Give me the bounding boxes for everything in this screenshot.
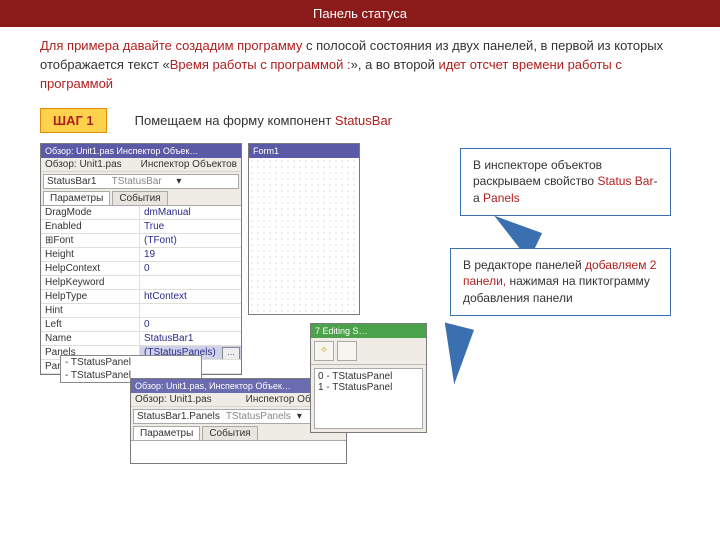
step-row: ШАГ 1 Помещаем на форму компонент Status… xyxy=(40,108,720,133)
form-surface[interactable] xyxy=(249,158,359,314)
property-row[interactable]: ⊞Font(TFont) xyxy=(41,234,241,248)
window-title: Form1 xyxy=(249,144,359,158)
tab-events[interactable]: События xyxy=(112,191,167,205)
list-item[interactable]: 1 - TStatusPanel xyxy=(318,382,419,393)
inspector-tabs: Параметры События xyxy=(43,191,239,205)
property-row[interactable]: HelpKeyword xyxy=(41,276,241,290)
panels-list[interactable]: 0 - TStatusPanel 1 - TStatusPanel xyxy=(314,368,423,429)
list-item[interactable]: - TStatusPanel xyxy=(61,356,201,369)
object-inspector-1: Обзор: Unit1.pas Инспектор Объек… Обзор:… xyxy=(40,143,242,375)
object-selector[interactable]: StatusBar1 TStatusBar ▾ xyxy=(43,174,239,189)
crumb-row: Обзор: Unit1.pas Инспектор Объектов xyxy=(41,158,241,172)
toolbar-button[interactable] xyxy=(337,341,357,361)
property-row[interactable]: Height19 xyxy=(41,248,241,262)
tab-params[interactable]: Параметры xyxy=(43,191,110,205)
window-title: 7 Editing S… xyxy=(311,324,426,338)
chevron-down-icon[interactable]: ▾ xyxy=(173,176,238,187)
panels-editor: 7 Editing S… ✧ 0 - TStatusPanel 1 - TSta… xyxy=(310,323,427,433)
intro-paragraph: Для примера давайте создадим программу с… xyxy=(0,27,720,94)
tab-params[interactable]: Параметры xyxy=(133,426,200,440)
property-row[interactable]: EnabledTrue xyxy=(41,220,241,234)
property-row[interactable]: Hint xyxy=(41,304,241,318)
callout-editor: В редакторе панелей добавляем 2 панели, … xyxy=(450,248,671,316)
callout-inspector: В инспекторе объектов раскрываем свойств… xyxy=(460,148,671,216)
step-text: Помещаем на форму компонент StatusBar xyxy=(135,113,392,128)
add-icon: ✧ xyxy=(320,345,328,356)
page-title: Панель статуса xyxy=(0,0,720,27)
property-row[interactable]: Left0 xyxy=(41,318,241,332)
ellipsis-button[interactable]: … xyxy=(222,347,240,359)
list-item[interactable]: 0 - TStatusPanel xyxy=(318,371,419,382)
editor-toolbar: ✧ xyxy=(311,338,426,365)
form-designer: Form1 xyxy=(248,143,360,315)
property-row[interactable]: DragModedmManual xyxy=(41,206,241,220)
tab-events[interactable]: События xyxy=(202,426,257,440)
property-row[interactable]: HelpContext0 xyxy=(41,262,241,276)
step-badge: ШАГ 1 xyxy=(40,108,107,133)
add-panel-button[interactable]: ✧ xyxy=(314,341,334,361)
property-row[interactable]: HelpTypehtContext xyxy=(41,290,241,304)
callout-pointer-icon xyxy=(426,319,474,384)
property-grid xyxy=(131,440,346,463)
property-row[interactable]: NameStatusBar1 xyxy=(41,332,241,346)
window-title: Обзор: Unit1.pas Инспектор Объек… xyxy=(41,144,241,158)
property-grid: DragModedmManualEnabledTrue⊞Font(TFont)H… xyxy=(41,205,241,374)
